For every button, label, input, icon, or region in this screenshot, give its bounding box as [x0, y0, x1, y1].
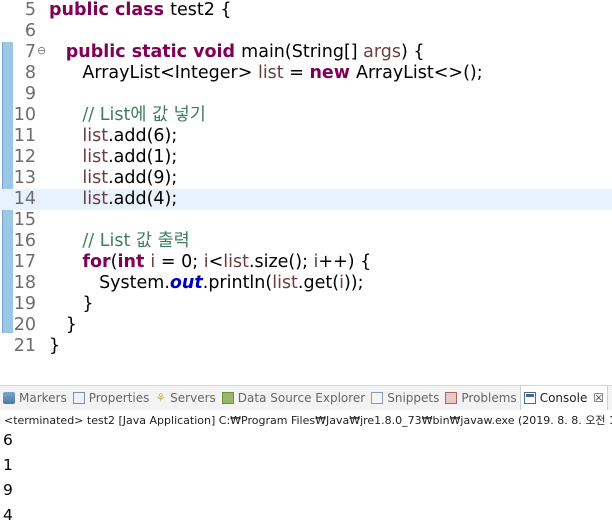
- snippets-icon: [371, 392, 384, 404]
- tab-data-source[interactable]: Data Source Explorer: [219, 386, 368, 410]
- console-output-line: 6: [3, 431, 13, 449]
- tab-label: Servers: [170, 391, 216, 405]
- line-number: 16: [13, 231, 36, 251]
- fold-collapse-icon[interactable]: ⊖: [37, 42, 47, 59]
- problems-icon: [445, 392, 458, 404]
- line-number: 14: [13, 189, 36, 209]
- tab-label: Data Source Explorer: [237, 391, 366, 405]
- console-status: <terminated> test2 [Java Application] C:…: [4, 414, 612, 427]
- tab-problems[interactable]: Problems: [442, 386, 519, 410]
- line-code: System.out.println(list.get(i));: [49, 273, 364, 293]
- code-line[interactable]: 11 list.add(6);: [0, 126, 612, 147]
- code-line[interactable]: 19 }: [0, 294, 612, 315]
- properties-icon: [72, 392, 85, 404]
- data-source-icon: [221, 392, 234, 404]
- line-number: 11: [13, 126, 36, 146]
- code-line[interactable]: 14 list.add(4);: [0, 189, 612, 210]
- code-line[interactable]: 8 ArrayList<Integer> list = new ArrayLis…: [0, 63, 612, 84]
- tab-console[interactable]: Console ☒: [519, 386, 609, 410]
- line-number: 8: [24, 63, 36, 83]
- line-number: 20: [13, 315, 36, 335]
- line-code: ArrayList<Integer> list = new ArrayList<…: [49, 63, 483, 83]
- console-output-line: 9: [3, 481, 13, 499]
- line-number: 19: [13, 294, 36, 314]
- close-icon[interactable]: ☒: [593, 391, 604, 405]
- code-line[interactable]: 20 }: [0, 315, 612, 336]
- tab-label: Console: [539, 391, 588, 405]
- code-line[interactable]: 12 list.add(1);: [0, 147, 612, 168]
- line-code: // List에 값 넣기: [49, 105, 206, 125]
- line-code: // List 값 출력: [49, 231, 190, 251]
- line-number: 13: [13, 168, 36, 188]
- tab-label: Snippets: [387, 391, 440, 405]
- line-code: public class test2 {: [49, 0, 232, 20]
- line-number: 5: [24, 0, 36, 20]
- tab-label: Problems: [461, 391, 517, 405]
- code-line[interactable]: 18 System.out.println(list.get(i));: [0, 273, 612, 294]
- code-line[interactable]: 15: [0, 210, 612, 231]
- console-output-line: 1: [3, 456, 13, 474]
- code-editor[interactable]: 5 public class test2 { 6 7 ⊖ public static v…: [0, 0, 612, 360]
- tab-label: Markers: [19, 391, 67, 405]
- line-number: 15: [13, 210, 36, 230]
- line-code: list.add(9);: [82, 168, 178, 188]
- tab-properties[interactable]: Properties: [70, 386, 153, 410]
- line-number: 18: [13, 273, 36, 293]
- line-number: 6: [24, 21, 36, 41]
- views-tab-bar: Markers Properties ⚘ Servers Data Source Exp…: [0, 385, 612, 410]
- code-line[interactable]: 10 // List에 값 넣기: [0, 105, 612, 126]
- markers-icon: [3, 392, 15, 404]
- tab-label: Properties: [88, 391, 150, 405]
- line-code: list.add(6);: [82, 126, 178, 146]
- line-code: }: [49, 315, 77, 335]
- line-number: 21: [13, 336, 36, 356]
- tab-snippets[interactable]: Snippets: [368, 386, 442, 410]
- tab-markers[interactable]: Markers: [0, 386, 70, 410]
- console-icon: [523, 392, 536, 404]
- line-code: }: [49, 294, 94, 314]
- console-output-line: 4: [3, 506, 13, 524]
- line-code: list.add(4);: [82, 189, 178, 209]
- line-code: public static void main(String[] args) {: [65, 42, 425, 62]
- code-line[interactable]: 6: [0, 21, 612, 42]
- code-line[interactable]: 16 // List 값 출력: [0, 231, 612, 252]
- line-number: 10: [13, 105, 36, 125]
- line-code: }: [49, 336, 61, 356]
- line-number: 17: [13, 252, 36, 272]
- line-number: 9: [24, 84, 36, 104]
- tab-servers[interactable]: ⚘ Servers: [152, 386, 218, 410]
- line-code: list.add(1);: [82, 147, 178, 167]
- code-line[interactable]: 13 list.add(9);: [0, 168, 612, 189]
- line-number: 7: [24, 42, 36, 62]
- line-code: for(int i = 0; i<list.size(); i++) {: [82, 252, 372, 272]
- line-number: 12: [13, 147, 36, 167]
- code-line[interactable]: 9: [0, 84, 612, 105]
- code-line[interactable]: 5 public class test2 {: [0, 0, 612, 21]
- code-line[interactable]: 21}: [0, 336, 612, 357]
- code-line[interactable]: 17 for(int i = 0; i<list.size(); i++) {: [0, 252, 612, 273]
- servers-icon: ⚘: [155, 391, 167, 405]
- code-line[interactable]: 7 ⊖ public static void main(String[] args…: [0, 42, 612, 63]
